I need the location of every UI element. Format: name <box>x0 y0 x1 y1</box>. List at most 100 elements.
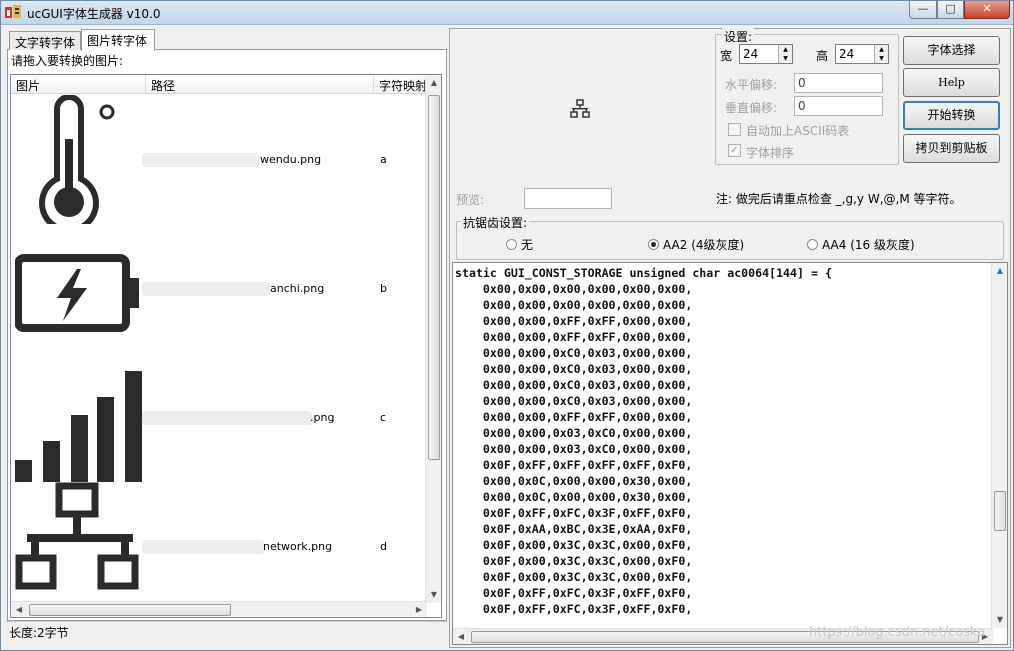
column-header-image[interactable]: 图片 <box>11 75 146 94</box>
path-text: wendu.png <box>260 153 322 166</box>
code-line: 0x00,0x0C,0x00,0x00,0x30,0x00, <box>455 474 693 488</box>
code-line: 0x00,0x00,0xFF,0xFF,0x00,0x00, <box>455 314 693 328</box>
path-redacted <box>142 540 264 554</box>
column-header-char-map[interactable]: 字符映射 <box>374 75 430 94</box>
char-map-cell: c <box>380 411 387 424</box>
path-cell: .png <box>142 411 372 425</box>
list-item[interactable]: network.png d <box>11 482 427 611</box>
scroll-down-icon[interactable]: ▼ <box>992 612 1007 628</box>
scroll-left-icon[interactable]: ◀ <box>11 602 27 617</box>
char-map-cell: d <box>380 540 387 553</box>
signal-bars-icon <box>15 371 142 482</box>
thermometer-icon <box>39 95 115 224</box>
radio-circle-icon[interactable] <box>807 239 818 250</box>
code-line: 0x0F,0x00,0x3C,0x3C,0x00,0xF0, <box>455 538 693 552</box>
code-line: 0x00,0x00,0x03,0xC0,0x00,0x00, <box>455 442 693 456</box>
scroll-thumb[interactable] <box>994 491 1006 531</box>
column-header-path[interactable]: 路径 <box>146 75 374 94</box>
network-preview-icon <box>570 99 590 118</box>
copy-to-clipboard-button[interactable]: 拷贝到剪贴板 <box>903 134 1000 163</box>
list-item[interactable]: .png c <box>11 353 427 482</box>
scroll-right-icon[interactable]: ▶ <box>411 602 427 617</box>
radio-aa4-label: AA4 (16 级灰度) <box>822 238 915 252</box>
scroll-thumb[interactable] <box>428 95 440 460</box>
path-redacted <box>142 282 270 296</box>
height-spinner[interactable]: 24 ▲ ▼ <box>835 44 889 64</box>
code-line: 0x00,0x0C,0x00,0x00,0x30,0x00, <box>455 490 693 504</box>
settings-legend: 设置: <box>722 28 755 45</box>
battery-charging-icon <box>15 254 139 332</box>
code-line: 0x00,0x00,0x03,0xC0,0x00,0x00, <box>455 426 693 440</box>
ascii-checkbox[interactable] <box>728 123 741 136</box>
help-button[interactable]: Help <box>903 68 1000 97</box>
antialias-legend: 抗锯齿设置: <box>461 214 530 231</box>
scroll-down-icon[interactable]: ▼ <box>426 587 441 603</box>
code-text[interactable]: static GUI_CONST_STORAGE unsigned char a… <box>455 265 832 617</box>
start-convert-button[interactable]: 开始转换 <box>903 101 1000 130</box>
path-redacted <box>142 411 312 425</box>
minimize-button[interactable]: — <box>909 1 937 19</box>
code-line: 0x0F,0xFF,0xFC,0x3F,0xFF,0xF0, <box>455 602 693 616</box>
close-button[interactable]: ✕ <box>964 1 1010 19</box>
drop-images-label: 请拖入要转换的图片: <box>11 54 124 68</box>
list-vertical-scrollbar[interactable]: ▲ ▼ <box>425 75 441 603</box>
code-line: 0x00,0x00,0x00,0x00,0x00,0x00, <box>455 282 693 296</box>
path-cell: anchi.png <box>142 282 372 296</box>
path-text: network.png <box>263 540 333 553</box>
sort-label: 字体排序 <box>746 146 795 160</box>
h-offset-input[interactable]: 0 <box>794 73 883 93</box>
code-line: 0x00,0x00,0xC0,0x03,0x00,0x00, <box>455 346 693 360</box>
char-map-cell: a <box>380 153 387 166</box>
radio-selected-icon[interactable] <box>648 239 659 250</box>
path-cell: network.png <box>142 540 372 554</box>
list-horizontal-scrollbar[interactable]: ◀ ▶ <box>11 601 427 617</box>
path-cell: wendu.png <box>142 153 372 167</box>
code-output[interactable]: static GUI_CONST_STORAGE unsigned char a… <box>452 262 1008 645</box>
list-item[interactable]: wendu.png a <box>11 95 427 224</box>
path-text: anchi.png <box>270 282 325 295</box>
scroll-up-icon[interactable]: ▲ <box>426 75 441 91</box>
scroll-left-icon[interactable]: ◀ <box>453 629 469 644</box>
status-length: 长度:2字节 <box>9 626 69 640</box>
code-line: 0x0F,0xFF,0xFF,0xFF,0xFF,0xF0, <box>455 458 693 472</box>
code-line: 0x00,0x00,0xFF,0xFF,0x00,0x00, <box>455 330 693 344</box>
code-line: static GUI_CONST_STORAGE unsigned char a… <box>455 266 832 280</box>
preview-label: 预览: <box>456 193 485 207</box>
radio-none-label: 无 <box>521 238 534 252</box>
code-line: 0x0F,0xFF,0xFC,0x3F,0xFF,0xF0, <box>455 506 693 520</box>
tab-text-to-font[interactable]: 文字转字体 <box>9 31 81 50</box>
radio-aa4[interactable]: AA4 (16 级灰度) <box>807 236 915 253</box>
tab-image-to-font[interactable]: 图片转字体 <box>81 29 155 51</box>
code-vertical-scrollbar[interactable]: ▲ ▼ <box>991 263 1007 628</box>
code-line: 0x0F,0x00,0x3C,0x3C,0x00,0xF0, <box>455 570 693 584</box>
status-bar: 长度:2字节 <box>5 621 447 643</box>
scroll-thumb[interactable] <box>29 604 231 616</box>
code-line: 0x0F,0xFF,0xFC,0x3F,0xFF,0xF0, <box>455 586 693 600</box>
maximize-button[interactable]: □ <box>937 1 964 19</box>
radio-aa2[interactable]: AA2 (4级灰度) <box>648 236 744 253</box>
path-text: .png <box>310 411 335 424</box>
v-offset-label: 垂直偏移: <box>725 101 778 115</box>
window-title: ucGUI字体生成器 v10.0 <box>27 7 161 21</box>
sort-checkbox[interactable]: ✓ <box>728 144 741 157</box>
radio-none[interactable]: 无 <box>506 236 533 253</box>
image-list[interactable]: 图片 路径 字符映射 wendu.png a anchi.png b .png … <box>10 74 442 618</box>
radio-circle-icon[interactable] <box>506 239 517 250</box>
app-window: ucGUI字体生成器 v10.0 — □ ✕ 文字转字体 图片转字体 请拖入要转… <box>0 0 1014 651</box>
spin-arrows-icon[interactable]: ▲ ▼ <box>874 45 888 63</box>
font-select-button[interactable]: 字体选择 <box>903 36 1000 65</box>
code-line: 0x00,0x00,0xC0,0x03,0x00,0x00, <box>455 394 693 408</box>
preview-input[interactable] <box>524 188 612 209</box>
check-note: 注: 做完后请重点检查 _,g,y W,@,M 等字符。 <box>716 192 962 206</box>
code-line: 0x00,0x00,0xFF,0xFF,0x00,0x00, <box>455 410 693 424</box>
scroll-up-icon[interactable]: ▲ <box>992 263 1007 279</box>
code-line: 0x00,0x00,0xC0,0x03,0x00,0x00, <box>455 362 693 376</box>
v-offset-input[interactable]: 0 <box>794 96 883 116</box>
app-icon <box>5 5 21 18</box>
list-item[interactable]: anchi.png b <box>11 224 427 353</box>
width-spinner[interactable]: 24 ▲ ▼ <box>739 44 793 64</box>
list-header: 图片 路径 字符映射 <box>11 75 430 94</box>
title-bar[interactable]: ucGUI字体生成器 v10.0 — □ ✕ <box>1 1 1013 25</box>
spin-arrows-icon[interactable]: ▲ ▼ <box>778 45 792 63</box>
path-redacted <box>142 153 260 167</box>
